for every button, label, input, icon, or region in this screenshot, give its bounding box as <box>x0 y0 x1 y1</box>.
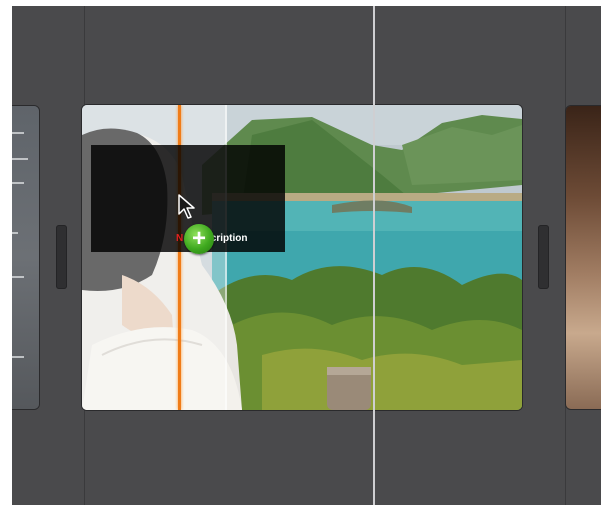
clip-next[interactable] <box>566 106 601 409</box>
transition-handle-right[interactable] <box>538 225 549 289</box>
clip-texture <box>12 232 18 234</box>
clip-texture <box>12 182 24 184</box>
clip-texture <box>12 356 24 358</box>
transition-handle-left[interactable] <box>56 225 67 289</box>
add-plus-icon: + <box>184 224 214 254</box>
timeline-area[interactable]: Nscription + <box>12 6 601 505</box>
clip-texture <box>12 158 28 160</box>
clip-texture <box>12 276 24 278</box>
clip-previous[interactable] <box>12 106 39 409</box>
title-text-prefix: N <box>176 233 184 244</box>
playhead[interactable] <box>373 6 375 505</box>
clip-texture <box>12 132 24 134</box>
arrow-cursor-icon <box>178 194 195 219</box>
